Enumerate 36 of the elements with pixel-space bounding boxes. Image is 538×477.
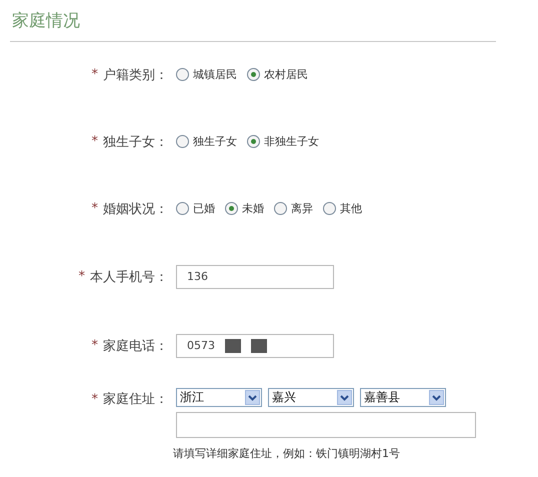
radio-button[interactable] [225,202,238,215]
field-label: 家庭电话： [103,338,168,354]
option-label[interactable]: 未婚 [242,201,264,216]
dropdown[interactable]: 嘉兴 [268,388,354,407]
required-mark: * [92,67,98,82]
input-field[interactable]: 0573 [176,334,334,358]
option-label[interactable]: 已婚 [193,201,215,216]
option-label[interactable]: 农村居民 [264,67,308,82]
radio-button[interactable] [323,202,336,215]
field-label: 独生子女： [103,134,168,150]
radio-button[interactable] [247,68,260,81]
field-label: 婚姻状况： [103,200,168,218]
section-title: 家庭情况 [11,10,81,33]
field-label: 家庭住址： [103,391,168,408]
dropdown[interactable]: 浙江 [176,388,262,407]
dropdown[interactable]: 嘉善县 [360,388,446,407]
option-label[interactable]: 离异 [291,201,313,216]
hint-text: 请填写详细家庭住址，例如：铁门镇明湖村1号 [173,446,401,461]
option-label[interactable]: 独生子女 [193,134,237,149]
field-label: 户籍类别： [103,66,168,84]
radio-button[interactable] [176,68,189,81]
required-mark: * [78,269,85,284]
required-mark: * [92,338,98,353]
required-mark: * [92,134,98,149]
field-label: 本人手机号： [90,268,168,286]
radio-button[interactable] [176,202,189,215]
radio-button[interactable] [247,135,260,148]
radio-button[interactable] [176,135,189,148]
address-input-field[interactable] [176,412,476,438]
input-field[interactable]: 136 [176,264,334,288]
option-label[interactable]: 城镇居民 [193,67,237,82]
radio-button[interactable] [274,202,287,215]
option-label[interactable]: 非独生子女 [264,134,319,149]
option-label[interactable]: 其他 [340,201,362,216]
required-mark: * [92,392,98,406]
required-mark: * [92,201,98,216]
